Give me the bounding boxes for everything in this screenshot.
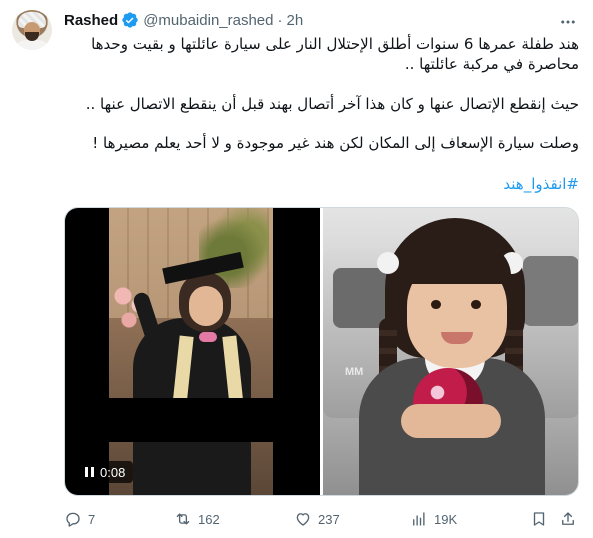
like-button[interactable]: 237 (294, 508, 340, 530)
video-frame (109, 208, 273, 495)
girl-eye-left (431, 300, 441, 309)
vehicle-marking: MM (345, 366, 364, 378)
tweet-header: Rashed @mubaidin_rashed · 2h (64, 10, 303, 30)
verified-badge-icon (121, 11, 139, 29)
more-horizontal-icon[interactable] (558, 12, 578, 32)
child-face (189, 286, 223, 326)
header-separator: · (277, 11, 283, 29)
share-button[interactable] (559, 508, 577, 530)
pink-bow (199, 332, 217, 342)
views-icon (413, 512, 425, 526)
author-handle[interactable]: @mubaidin_rashed (143, 12, 273, 29)
girl-hands (401, 404, 501, 438)
tweet-text-paragraph-3: وصلت سيارة الإسعاف إلى المكان لكن هند غي… (92, 134, 579, 152)
repost-count: 162 (198, 511, 220, 527)
media-photo[interactable]: MM (323, 208, 578, 495)
heart-icon (296, 513, 310, 526)
avatar-clothing (14, 40, 50, 50)
girl-eye-right (471, 300, 481, 309)
reply-icon (66, 512, 80, 527)
vehicle-window-right (523, 256, 578, 326)
media-grid: 0:08 MM (64, 207, 579, 496)
views-button[interactable]: 19K (410, 508, 457, 530)
avatar[interactable] (12, 10, 52, 50)
tweet: Rashed @mubaidin_rashed · 2h هند طفلة عم… (0, 0, 593, 538)
like-count: 237 (318, 511, 340, 527)
bookmark-icon (533, 512, 545, 526)
hashtag-link[interactable]: #انقذوا_هند (64, 174, 579, 194)
video-player[interactable]: 0:08 (65, 208, 320, 495)
bookmark-button[interactable] (530, 508, 548, 530)
tweet-text-paragraph-1: هند طفلة عمرها 6 سنوات أطلق الإحتلال الن… (91, 35, 579, 73)
tweet-actions: 7 162 237 19K (64, 508, 579, 530)
hair-ribbon-left (377, 252, 399, 274)
girl-bangs (401, 244, 511, 284)
tweet-text-paragraph-2: حيث إنقطع الإتصال عنها و كان هذا آخر أتص… (85, 95, 579, 113)
tweet-timestamp[interactable]: 2h (287, 12, 304, 29)
share-icon (562, 512, 574, 525)
repost-icon (176, 513, 190, 525)
video-duration-badge[interactable]: 0:08 (77, 461, 134, 483)
views-count: 19K (434, 511, 458, 527)
author-name[interactable]: Rashed (64, 12, 118, 29)
reply-count: 7 (88, 511, 96, 527)
pause-icon[interactable] (85, 467, 94, 477)
repost-button[interactable]: 162 (174, 508, 220, 530)
video-duration: 0:08 (100, 464, 126, 480)
reply-button[interactable]: 7 (64, 508, 95, 530)
video-black-bar (109, 398, 273, 442)
